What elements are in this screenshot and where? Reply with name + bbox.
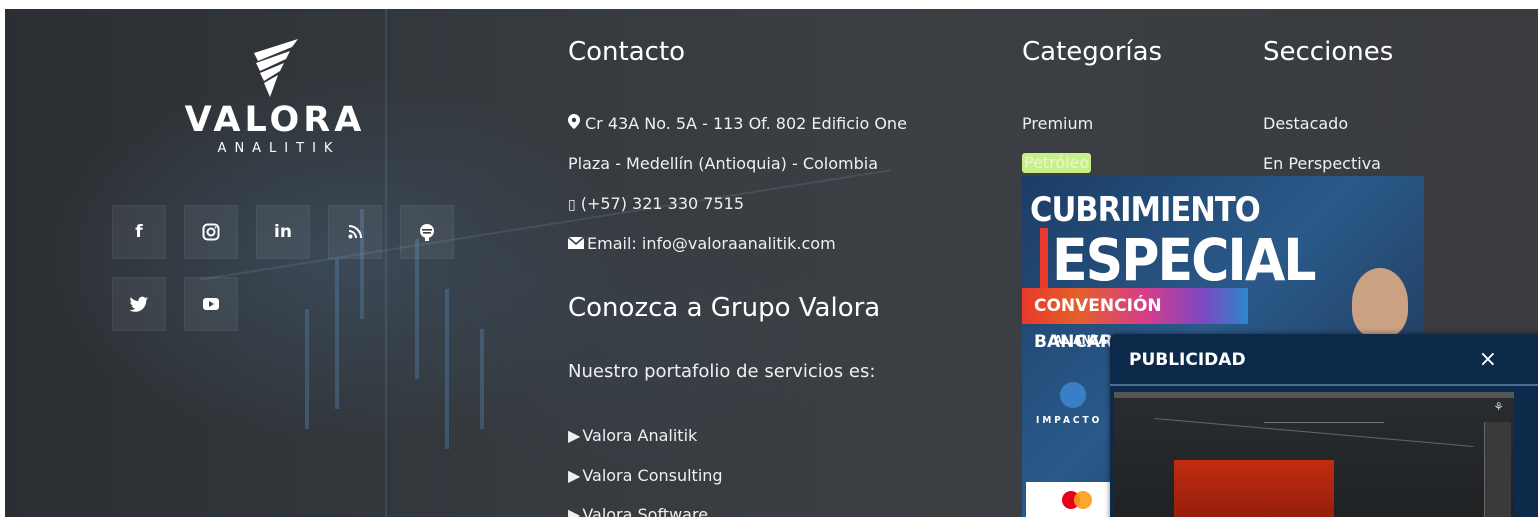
twitter-icon (129, 296, 148, 312)
ad-headline-1: CUBRIMIENTO (1030, 190, 1261, 230)
rss-button[interactable] (328, 205, 382, 259)
linkedin-button[interactable]: in (256, 205, 310, 259)
address-line-1: Cr 43A No. 5A - 113 Of. 802 Edificio One (568, 114, 907, 134)
linkedin-icon: in (274, 222, 292, 242)
twitter-button[interactable] (112, 277, 166, 331)
grupo-item-consulting[interactable]: ▶ Valora Consulting (568, 466, 723, 486)
popup-video[interactable]: ⚘ (1114, 392, 1514, 517)
grupo-heading: Conozca a Grupo Valora (568, 293, 881, 323)
bg-candle (335, 259, 339, 409)
ad-person-photo (1352, 268, 1408, 338)
seccion-en-perspectiva[interactable]: En Perspectiva (1263, 154, 1381, 174)
bg-candle (415, 239, 419, 379)
logo-mark-icon (254, 39, 298, 97)
rss-icon (348, 225, 362, 239)
grupo-item-label: Valora Software (582, 505, 709, 517)
play-icon: ▶ (568, 426, 581, 445)
popup-title: PUBLICIDAD (1129, 350, 1246, 370)
logo-subtitle: ANALITIK (217, 141, 341, 156)
categoria-premium[interactable]: Premium (1022, 114, 1093, 134)
map-marker-icon (568, 114, 580, 129)
play-icon: ▶ (568, 466, 581, 485)
bg-chart-line (385, 9, 387, 517)
phone-icon: ▯ (568, 197, 576, 213)
valora-logo[interactable]: VALORA ANALITIK (175, 39, 375, 156)
ad-impacto: IMPACTO (1036, 415, 1103, 426)
seccion-destacado[interactable]: Destacado (1263, 114, 1348, 134)
grupo-item-analitik[interactable]: ▶ Valora Analitik (568, 426, 697, 446)
video-scene (1174, 460, 1334, 517)
email-text[interactable]: Email: info@valoraanalitik.com (587, 234, 836, 253)
address-line-2: Plaza - Medellín (Antioquia) - Colombia (568, 154, 879, 173)
contact-heading: Contacto (568, 37, 686, 67)
video-watermark-icon: ⚘ (1493, 400, 1504, 414)
close-icon[interactable]: × (1479, 347, 1497, 372)
podcast-icon (420, 224, 434, 241)
email-line: Email: info@valoraanalitik.com (568, 234, 836, 254)
address-text-1: Cr 43A No. 5A - 113 Of. 802 Edificio One (585, 114, 907, 133)
play-icon: ▶ (568, 505, 581, 517)
facebook-button[interactable]: f (112, 205, 166, 259)
instagram-icon (202, 223, 220, 241)
grupo-item-software[interactable]: ▶ Valora Software (568, 505, 708, 517)
ad-event-bar: CONVENCIÓN BANCARIA 2022 (1022, 288, 1248, 352)
youtube-button[interactable] (184, 277, 238, 331)
podcast-button[interactable] (400, 205, 454, 259)
grupo-intro: Nuestro portafolio de servicios es: (568, 361, 876, 382)
instagram-button[interactable] (184, 205, 238, 259)
grupo-item-label: Valora Consulting (582, 466, 723, 485)
bg-candle (305, 309, 309, 429)
phone-text[interactable]: (+57) 321 330 7515 (581, 194, 744, 213)
ad-logo-icon (1060, 382, 1086, 408)
bg-candle (480, 329, 484, 429)
youtube-icon (203, 298, 219, 310)
ad-alliance: ALIANZA (1054, 333, 1107, 347)
grupo-item-label: Valora Analitik (582, 426, 698, 445)
ad-headline-2: ESPECIAL (1052, 226, 1316, 294)
ad-popup: PUBLICIDAD × ⚘ (1110, 334, 1538, 517)
envelope-icon (568, 237, 584, 249)
bg-candle (445, 289, 449, 449)
secciones-heading: Secciones (1263, 37, 1394, 67)
categorias-heading: Categorías (1022, 37, 1163, 67)
facebook-icon: f (135, 222, 143, 242)
logo-title: VALORA (184, 100, 366, 140)
phone-line: ▯ (+57) 321 330 7515 (568, 194, 744, 215)
categoria-petroleo[interactable]: Petróleo (1022, 153, 1092, 173)
popup-divider (1110, 384, 1538, 386)
site-footer: VALORA ANALITIK f in Contacto Cr 43A No.… (5, 9, 1538, 517)
